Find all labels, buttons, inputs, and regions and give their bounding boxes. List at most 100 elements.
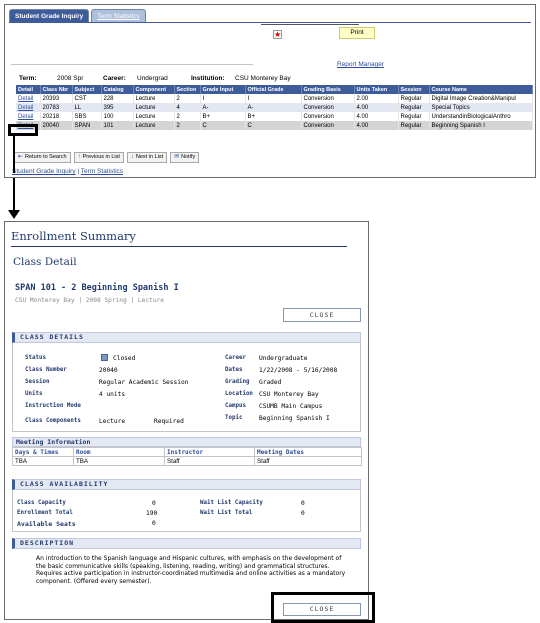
grading-label: Grading <box>225 379 250 385</box>
table-cell: Digital Image Creation&Manipul <box>429 94 533 103</box>
connector-line <box>13 136 15 173</box>
grades-column-header[interactable]: Grading Basis <box>301 85 355 94</box>
career-label: Career: <box>103 75 126 82</box>
enrollment-total-value: 190 <box>146 510 158 517</box>
notify-label: Notify <box>181 154 196 160</box>
class-detail-title: Class Detail <box>13 256 77 268</box>
table-cell: Regular <box>398 121 430 130</box>
table-cell: I <box>200 94 246 103</box>
component-value: Lecture <box>99 418 126 425</box>
grades-column-header[interactable]: Catalog <box>101 85 134 94</box>
enrollment-summary-panel: Enrollment Summary Class Detail SPAN 101… <box>4 221 369 620</box>
close-button-top[interactable]: CLOSE <box>283 308 361 322</box>
dates-value: 1/22/2008 - 5/16/2008 <box>259 367 338 374</box>
grades-column-header[interactable]: Course Name <box>429 85 533 94</box>
callout-highlight-close <box>271 592 375 623</box>
table-cell: Staff <box>164 456 255 466</box>
detail-link[interactable]: Detail <box>16 112 41 121</box>
grades-column-header[interactable]: Section <box>174 85 201 94</box>
grades-column-header[interactable]: Subject <box>72 85 102 94</box>
table-cell: SPAN <box>72 121 102 130</box>
career-value: Undergrad <box>137 75 168 82</box>
grades-column-header[interactable]: Grade Input <box>200 85 246 94</box>
table-row: TBA TBA Staff Staff <box>12 456 362 466</box>
previous-in-list-button[interactable]: ↑ Previous in List <box>73 152 124 163</box>
divider <box>261 24 359 25</box>
table-cell: Conversion <box>301 103 355 112</box>
table-cell: 2.00 <box>354 94 399 103</box>
star-icon[interactable]: ★ <box>273 30 282 39</box>
divider <box>11 246 347 247</box>
institution-label: Institution: <box>191 75 225 82</box>
enrollment-total-label: Enrollment Total <box>17 510 73 516</box>
table-cell: Special Topics <box>429 103 533 112</box>
grades-column-header[interactable]: Session <box>398 85 430 94</box>
table-cell: 4.00 <box>354 121 399 130</box>
detail-link[interactable]: Detail <box>16 103 41 112</box>
table-row: Detail 20218 SBS 100 Lecture 2 B+ B+ Conversion 4… <box>16 112 533 121</box>
grades-column-header[interactable]: Official Grade <box>245 85 302 94</box>
description-header: DESCRIPTION <box>12 538 361 549</box>
table-cell: B+ <box>245 112 302 121</box>
next-in-list-button[interactable]: ↓ Next in List <box>126 152 168 163</box>
table-cell: Lecture <box>133 121 175 130</box>
topic-label: Topic <box>225 415 243 421</box>
table-cell: 20393 <box>40 94 73 103</box>
meeting-column-header: Instructor <box>164 447 255 457</box>
table-cell: 4 <box>174 103 201 112</box>
class-details-box: Status Closed Class Number 20040 Session… <box>12 343 361 432</box>
class-details-header: CLASS DETAILS <box>12 332 361 343</box>
class-capacity-value: 0 <box>152 500 156 507</box>
class-availability-box: Class Capacity 0 Enrollment Total 190 Av… <box>12 490 361 532</box>
tab-divider <box>9 22 531 23</box>
notify-button[interactable]: ✉ Notify <box>170 152 200 163</box>
table-cell: 100 <box>101 112 134 121</box>
callout-highlight-detail <box>8 124 38 136</box>
table-cell: TBA <box>12 456 74 466</box>
term-statistics-link[interactable]: Term Statistics <box>81 168 123 175</box>
course-subheading: CSU Monterey Bay | 2008 Spring | Lecture <box>15 297 165 304</box>
detail-link[interactable]: Detail <box>16 94 41 103</box>
class-number-value: 20040 <box>99 367 118 374</box>
table-cell: 2 <box>174 112 201 121</box>
table-cell: A- <box>200 103 246 112</box>
arrow-up-icon: ↑ <box>77 154 81 160</box>
class-capacity-label: Class Capacity <box>17 500 66 506</box>
table-cell: Staff <box>254 456 362 466</box>
report-manager-link[interactable]: Report Manager <box>337 61 384 68</box>
table-cell: B+ <box>200 112 246 121</box>
table-cell: 20218 <box>40 112 73 121</box>
table-cell: C <box>200 121 246 130</box>
grades-column-header[interactable]: Class Nbr <box>40 85 73 94</box>
table-cell: Regular <box>398 103 430 112</box>
grades-column-header[interactable]: Detail <box>16 85 41 94</box>
table-cell: 4.00 <box>354 112 399 121</box>
tab-student-grade-inquiry[interactable]: Student Grade Inquiry <box>9 9 90 22</box>
table-cell: 4.00 <box>354 103 399 112</box>
session-value: Regular Academic Session <box>99 379 189 386</box>
wait-list-total-value: 0 <box>301 510 305 517</box>
course-heading: SPAN 101 - 2 Beginning Spanish I <box>15 283 179 293</box>
grades-body: Detail 20393 CST 228 Lecture 2 I I Conversion 2.0… <box>16 94 533 130</box>
meeting-column-header: Room <box>73 447 165 457</box>
meeting-column-header: Meeting Dates <box>254 447 362 457</box>
table-cell: 20040 <box>40 121 73 130</box>
table-cell: C <box>245 121 302 130</box>
table-row: Detail 20393 CST 228 Lecture 2 I I Conversion 2.0… <box>16 94 533 103</box>
student-grade-inquiry-link[interactable]: Student Grade Inquiry <box>12 168 76 175</box>
divider <box>11 64 253 65</box>
status-closed-icon <box>101 354 108 361</box>
return-to-search-button[interactable]: ⇤ Return to Search <box>14 152 71 163</box>
footer-links: Student Grade Inquiry | Term Statistics <box>12 168 123 175</box>
tab-term-statistics[interactable]: Term Statistics <box>91 9 146 22</box>
print-button[interactable]: Print <box>339 27 375 39</box>
meeting-column-header: Days & Times <box>12 447 74 457</box>
wait-list-total-label: Wait List Total <box>200 510 253 516</box>
grades-header-row: Detail Class Nbr Subject Catalog Component Se… <box>16 85 533 94</box>
grades-column-header[interactable]: Component <box>133 85 175 94</box>
career-label: Career <box>225 355 246 361</box>
meeting-body: TBA TBA Staff Staff <box>12 456 362 466</box>
table-cell: 395 <box>101 103 134 112</box>
grades-column-header[interactable]: Units Taken <box>354 85 399 94</box>
table-cell: LL <box>72 103 102 112</box>
